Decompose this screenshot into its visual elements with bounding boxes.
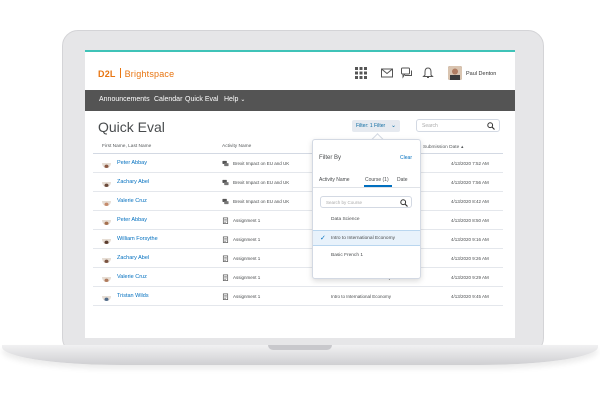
- activity-name: Assignment 1: [233, 237, 261, 242]
- checkmark-icon: ✓: [320, 235, 326, 242]
- submission-date: 4/13/2020 8:50 AM: [451, 218, 489, 223]
- course-search-placeholder: Search by Course: [326, 200, 363, 205]
- nav-help-label: Help: [224, 96, 239, 103]
- course-option[interactable]: Data Science: [313, 212, 420, 228]
- table-row[interactable]: William Forsythe Assignment 1 4/13/2020 9:…: [93, 230, 503, 249]
- activity-name: Assignment 1: [233, 218, 261, 223]
- submission-date: 4/13/2020 9:45 AM: [451, 294, 489, 299]
- tab-course[interactable]: Course (1): [365, 177, 389, 183]
- page-title: Quick Eval: [98, 119, 165, 135]
- tab-date[interactable]: Date: [397, 177, 408, 183]
- discussion-icon: [222, 198, 229, 205]
- student-name-link[interactable]: Valerie Cruz: [117, 274, 147, 280]
- filter-button-label: Filter: 1 Filter: [356, 123, 386, 129]
- brand-short: D2L: [98, 69, 116, 79]
- submission-date: 4/13/2020 7:56 AM: [451, 180, 489, 185]
- course-name: Intro to International Economy: [331, 294, 392, 299]
- filter-dropdown: Filter By Clear Activity Name Course (1)…: [312, 139, 421, 279]
- course-option-label: Basic French 1: [331, 253, 363, 258]
- table-row[interactable]: Zachary Abel Assignment 1 4/13/2020 9:26 A…: [93, 249, 503, 268]
- apps-grid-icon[interactable]: [355, 67, 367, 79]
- filter-button[interactable]: Filter: 1 Filter ⌄: [352, 120, 400, 132]
- course-option-label: Data Science: [331, 217, 360, 222]
- course-search-input[interactable]: Search by Course: [320, 196, 412, 208]
- student-name-link[interactable]: Zachary Abel: [117, 179, 149, 185]
- table-row[interactable]: Valerie Cruz Brexit Impact on EU and UK 4/…: [93, 192, 503, 211]
- discussion-icon: [222, 179, 229, 186]
- clear-filter-link[interactable]: Clear: [400, 155, 412, 161]
- submission-date: 4/13/2020 9:29 AM: [451, 275, 489, 280]
- activity-name: Assignment 1: [233, 275, 261, 280]
- brand-name: Brightspace: [124, 69, 175, 79]
- app-screen: D2L Brightspace Paul Denton Announcements…: [85, 50, 515, 338]
- assignment-icon: [222, 236, 229, 243]
- student-name-link[interactable]: Zachary Abel: [117, 255, 149, 261]
- main-nav: Announcements Calendar Quick Eval Help ⌄: [85, 90, 515, 111]
- app-header: D2L Brightspace Paul Denton: [85, 52, 515, 90]
- table-row[interactable]: Valerie CruzAssignment 1Intro to Interna…: [93, 268, 503, 287]
- course-option[interactable]: Basic French 1: [313, 248, 420, 264]
- bell-icon[interactable]: [422, 67, 434, 79]
- column-header-date-label: Submission Date: [423, 145, 460, 150]
- course-option-label: Intro to International Economy: [331, 236, 395, 241]
- submission-date: 4/13/2020 7:52 AM: [451, 161, 489, 166]
- table-row[interactable]: Zachary Abel Brexit Impact on EU and UK 4/…: [93, 173, 503, 192]
- tab-divider: [313, 187, 420, 188]
- column-header-name[interactable]: First Name, Last Name: [102, 144, 151, 149]
- nav-help[interactable]: Help ⌄: [224, 96, 245, 103]
- chat-icon[interactable]: [401, 67, 413, 79]
- table-row[interactable]: Tristan Wilds Assignment 1 Intro to Intern…: [93, 287, 503, 306]
- student-name-link[interactable]: Valerie Cruz: [117, 198, 147, 204]
- assignment-icon: [222, 293, 229, 300]
- avatar: [102, 292, 111, 301]
- laptop-notch: [268, 345, 332, 350]
- user-name[interactable]: Paul Denton: [466, 71, 496, 77]
- assignment-icon: [222, 274, 229, 281]
- tab-activity-name[interactable]: Activity Name: [319, 177, 350, 183]
- search-placeholder: Search: [422, 123, 438, 129]
- nav-announcements[interactable]: Announcements: [99, 96, 150, 103]
- chevron-down-icon: ⌄: [390, 123, 396, 129]
- activity-name: Brexit Impact on EU and UK: [233, 161, 290, 166]
- avatar: [102, 235, 111, 244]
- student-name-link[interactable]: Peter Abbay: [117, 217, 147, 223]
- submission-date: 4/13/2020 8:42 AM: [451, 199, 489, 204]
- chevron-down-icon: ⌄: [240, 97, 246, 103]
- column-header-activity[interactable]: Activity Name: [222, 144, 251, 149]
- student-name-link[interactable]: Tristan Wilds: [117, 293, 149, 299]
- activity-name: Brexit Impact on EU and UK: [233, 180, 290, 185]
- assignment-icon: [222, 217, 229, 224]
- student-name-link[interactable]: Peter Abbay: [117, 160, 147, 166]
- avatar: [102, 216, 111, 225]
- student-name-link[interactable]: William Forsythe: [117, 236, 158, 242]
- assignment-icon: [222, 255, 229, 262]
- discussion-icon: [222, 160, 229, 167]
- course-option[interactable]: ✓ Intro to International Economy: [313, 230, 420, 246]
- submission-date: 4/13/2020 9:26 AM: [451, 256, 489, 261]
- table-row[interactable]: Peter Abbay Brexit Impact on EU and UK 4/1…: [93, 154, 503, 173]
- submission-date: 4/13/2020 9:16 AM: [451, 237, 489, 242]
- user-avatar[interactable]: [448, 66, 462, 80]
- activity-name: Assignment 1: [233, 256, 261, 261]
- avatar: [102, 197, 111, 206]
- mail-icon[interactable]: [381, 67, 393, 79]
- activity-name: Assignment 1: [233, 294, 261, 299]
- filter-dropdown-title: Filter By: [319, 155, 342, 161]
- brand-logo[interactable]: D2L Brightspace: [98, 68, 174, 79]
- activity-name: Brexit Impact on EU and UK: [233, 199, 290, 204]
- search-icon[interactable]: [487, 122, 495, 130]
- search-input[interactable]: Search: [416, 119, 500, 132]
- table-row[interactable]: Peter Abbay Assignment 1 4/13/2020 8:50 AM: [93, 211, 503, 230]
- search-icon[interactable]: [400, 199, 408, 207]
- avatar: [102, 178, 111, 187]
- nav-quick-eval[interactable]: Quick Eval: [185, 96, 218, 103]
- avatar: [102, 254, 111, 263]
- sort-desc-icon: ▲: [460, 144, 465, 149]
- column-header-date[interactable]: Submission Date▲: [423, 144, 464, 150]
- avatar: [102, 159, 111, 168]
- avatar: [102, 273, 111, 282]
- nav-calendar[interactable]: Calendar: [154, 96, 182, 103]
